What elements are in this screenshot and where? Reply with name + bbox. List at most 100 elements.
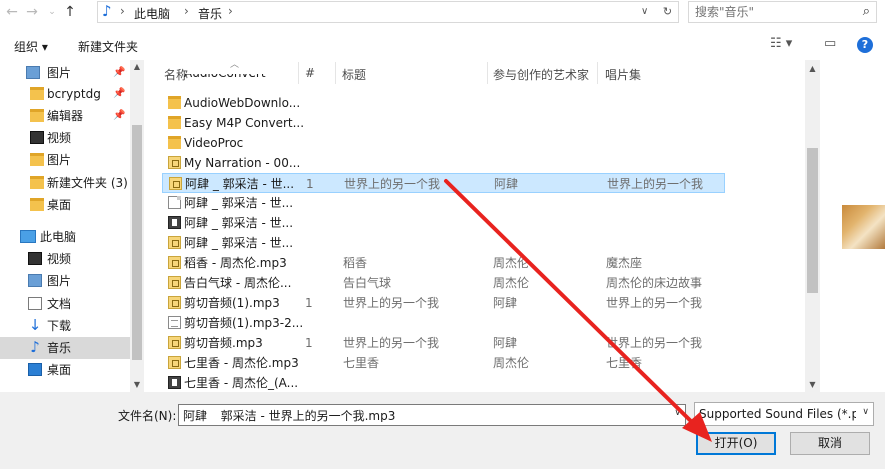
sidebar-item-this-pc-desktop[interactable]: 桌面: [0, 359, 130, 381]
file-icon: [168, 196, 181, 209]
pictures-icon: [28, 274, 42, 287]
folder-icon: [30, 87, 44, 100]
audio-file-icon: [168, 336, 181, 349]
breadcrumb-music[interactable]: 音乐: [198, 5, 222, 22]
list-item[interactable]: 剪切音频(1).mp3-2...: [162, 313, 725, 333]
audio-file-icon: [168, 356, 181, 369]
sidebar-item-desktop[interactable]: 桌面: [0, 194, 130, 216]
sidebar-item-downloads[interactable]: ↓ 下载: [0, 315, 130, 337]
folder-icon: [168, 136, 181, 149]
list-item[interactable]: AudioWebDownlo...: [162, 93, 725, 113]
list-item[interactable]: 七里香 - 周杰伦.mp3 七里香 周杰伦 七里香: [162, 353, 725, 373]
sidebar-item-this-pc-videos[interactable]: 视频: [0, 248, 130, 270]
search-input[interactable]: [695, 5, 845, 19]
music-note-icon: ♪: [30, 338, 40, 356]
refresh-icon[interactable]: ↻: [657, 1, 679, 23]
sidebar-item-pictures-2[interactable]: 图片: [0, 149, 130, 171]
file-list: ︿ 名称 # 标题 参与创作的艺术家 唱片集 AudioConvert Audi…: [145, 60, 805, 392]
documents-icon: [28, 297, 42, 310]
filename-input[interactable]: [183, 408, 663, 422]
organize-button[interactable]: 组织 ▾: [14, 38, 48, 55]
list-item[interactable]: 阿肆 _ 郭采洁 - 世...: [162, 213, 725, 233]
help-icon[interactable]: ?: [857, 37, 873, 53]
path-separator-icon[interactable]: ›: [184, 4, 189, 18]
chevron-down-icon[interactable]: ∨: [674, 408, 681, 418]
music-note-icon: ♪: [102, 2, 112, 20]
address-bar-area: ← → ⌄ ↑ ♪ › 此电脑 › 音乐 › ∨ ↻ ⌕: [0, 0, 885, 24]
folder-icon: [168, 116, 181, 129]
chevron-down-icon[interactable]: ∨: [862, 407, 869, 417]
videos-icon: [30, 131, 44, 144]
list-item[interactable]: VideoProc: [162, 133, 725, 153]
filename-label: 文件名(N):: [118, 409, 177, 423]
sidebar-item-this-pc[interactable]: 此电脑: [0, 226, 130, 248]
folder-icon: [30, 176, 44, 189]
text-file-icon: [168, 316, 181, 329]
sidebar-item-pictures[interactable]: 图片 📌: [0, 62, 130, 84]
background-thumbnail-image: [842, 205, 885, 249]
scroll-down-icon[interactable]: ▼: [805, 380, 820, 389]
scroll-down-icon[interactable]: ▼: [130, 380, 144, 389]
computer-icon: [20, 230, 36, 243]
list-item[interactable]: AudioConvert: [162, 74, 725, 84]
preview-pane-icon[interactable]: ▭: [824, 36, 836, 51]
list-item[interactable]: 七里香 - 周杰伦_(A...: [162, 373, 725, 392]
filename-field[interactable]: ∨: [178, 404, 686, 426]
audio-file-icon: [169, 177, 182, 190]
sidebar-item-new-folder-3[interactable]: 新建文件夹 (3): [0, 172, 130, 194]
sidebar-item-documents[interactable]: 文档: [0, 293, 130, 315]
scroll-up-icon[interactable]: ▲: [805, 64, 820, 73]
list-item-selected[interactable]: 阿肆 _ 郭采洁 - 世... 1 世界上的另一个我 阿肆 世界上的另一个我: [162, 173, 725, 193]
desktop-icon: [28, 363, 42, 376]
sidebar-item-music[interactable]: ♪ 音乐: [0, 337, 130, 359]
list-item[interactable]: Easy M4P Convert...: [162, 113, 725, 133]
pictures-icon: [26, 66, 40, 79]
list-item[interactable]: 剪切音频(1).mp3 1 世界上的另一个我 阿肆 世界上的另一个我: [162, 293, 725, 313]
nav-scrollbar[interactable]: ▲ ▼: [130, 60, 144, 392]
sidebar-item-editor[interactable]: 编辑器 📌: [0, 105, 130, 127]
open-button[interactable]: 打开(O): [696, 432, 776, 455]
nav-scrollbar-thumb[interactable]: [132, 125, 142, 360]
list-item[interactable]: 告白气球 - 周杰伦... 告白气球 周杰伦 周杰伦的床边故事: [162, 273, 725, 293]
search-icon[interactable]: ⌕: [863, 4, 870, 19]
list-item[interactable]: 剪切音频.mp3 1 世界上的另一个我 阿肆 世界上的另一个我: [162, 333, 725, 353]
path-separator-icon[interactable]: ›: [228, 4, 233, 18]
audio-file-icon: [168, 296, 181, 309]
command-bar: 组织 ▾ 新建文件夹 ☷ ▾ ▭: [0, 30, 885, 60]
folder-icon: [30, 109, 44, 122]
sidebar-item-videos[interactable]: 视频: [0, 127, 130, 149]
audio-file-icon: [168, 236, 181, 249]
cancel-button[interactable]: 取消: [790, 432, 870, 455]
folder-icon: [30, 153, 44, 166]
pin-icon[interactable]: 📌: [113, 62, 125, 84]
sort-ascending-icon: ︿: [230, 60, 240, 70]
sidebar-item-bcryptdg[interactable]: bcryptdg 📌: [0, 83, 130, 105]
sidebar-item-this-pc-pictures[interactable]: 图片: [0, 270, 130, 292]
video-file-icon: [168, 376, 181, 389]
address-path[interactable]: ♪ › 此电脑 › 音乐 › ∨: [97, 1, 679, 23]
pin-icon[interactable]: 📌: [113, 105, 125, 127]
address-dropdown-icon[interactable]: ∨: [641, 6, 648, 17]
view-options-icon[interactable]: ☷ ▾: [770, 36, 792, 51]
videos-icon: [28, 252, 42, 265]
new-folder-button[interactable]: 新建文件夹: [78, 38, 138, 55]
scroll-up-icon[interactable]: ▲: [130, 62, 144, 71]
back-arrow-icon[interactable]: ←: [4, 3, 20, 21]
list-item[interactable]: 阿肆 _ 郭采洁 - 世...: [162, 233, 725, 253]
folder-icon: [168, 96, 181, 109]
list-item[interactable]: 稻香 - 周杰伦.mp3 稻香 周杰伦 魔杰座: [162, 253, 725, 273]
up-arrow-icon[interactable]: ↑: [62, 3, 78, 21]
breadcrumb-this-pc[interactable]: 此电脑: [134, 5, 170, 22]
list-item[interactable]: My Narration - 00...: [162, 153, 725, 173]
file-type-select[interactable]: Supported Sound Files (*.pcm ∨: [694, 402, 874, 426]
file-list-scrollbar[interactable]: ▲ ▼: [805, 60, 820, 392]
audio-file-icon: [168, 256, 181, 269]
path-separator-icon[interactable]: ›: [120, 4, 125, 18]
list-item[interactable]: 阿肆 _ 郭采洁 - 世...: [162, 193, 725, 213]
file-list-scrollbar-thumb[interactable]: [807, 148, 818, 293]
forward-arrow-icon[interactable]: →: [24, 3, 40, 21]
pin-icon[interactable]: 📌: [113, 83, 125, 105]
folder-icon: [30, 198, 44, 211]
search-box[interactable]: ⌕: [688, 1, 877, 23]
recent-dropdown-icon[interactable]: ⌄: [44, 3, 60, 21]
